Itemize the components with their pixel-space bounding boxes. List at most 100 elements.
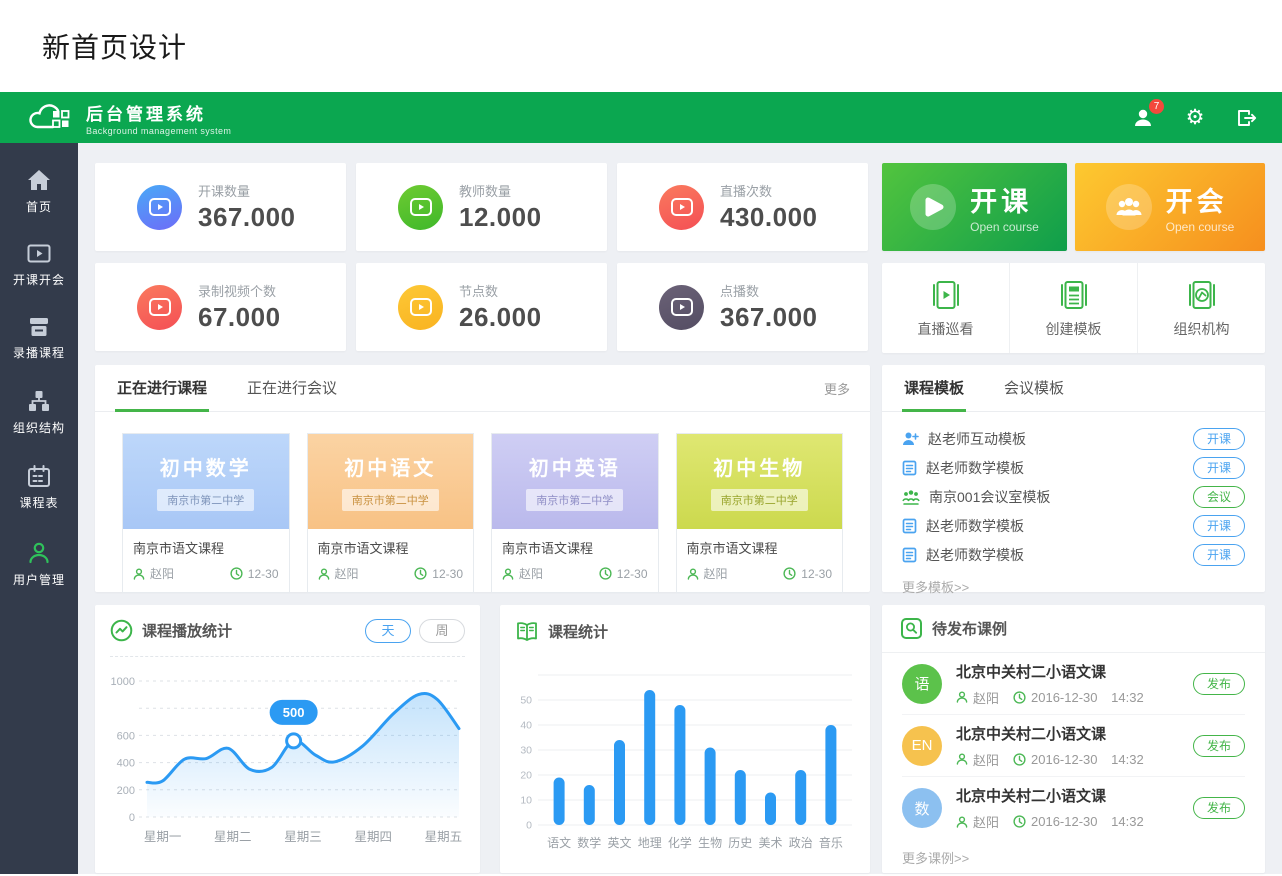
- line-chart: 02004006001000星期一星期二星期三星期四星期五500: [95, 657, 480, 865]
- toggle-day-button[interactable]: 天: [365, 619, 411, 643]
- clock-icon: [783, 567, 796, 580]
- sidebar-item-live[interactable]: 开课开会: [0, 238, 78, 294]
- svg-text:数学: 数学: [577, 835, 601, 850]
- tab-meeting-templates[interactable]: 会议模板: [1002, 377, 1066, 411]
- course-stats-panel: 课程统计 01020304050语文数学英文地理化学生物历史美术政治音乐: [500, 605, 870, 873]
- video-stat-icon: [398, 185, 443, 230]
- svg-text:400: 400: [117, 758, 135, 770]
- publish-button[interactable]: 发布: [1193, 673, 1245, 695]
- svg-text:化学: 化学: [668, 835, 692, 850]
- open-meeting-button[interactable]: 开会 Open course: [1075, 163, 1265, 251]
- search-doc-icon: [900, 617, 923, 640]
- svg-text:50: 50: [520, 695, 532, 707]
- sidebar-item-schedule[interactable]: 课程表: [0, 459, 78, 517]
- svg-text:语文: 语文: [547, 835, 571, 850]
- template-list: 赵老师互动模板 开课 赵老师数学模板 开课 南京001会议室模板 会议: [882, 412, 1265, 596]
- person-icon: [318, 568, 330, 580]
- svg-text:30: 30: [520, 745, 532, 757]
- org-structure-icon: [27, 390, 51, 412]
- svg-text:星期二: 星期二: [214, 830, 252, 844]
- template-row: 赵老师数学模板 开课: [902, 453, 1245, 482]
- sidebar-item-home[interactable]: 首页: [0, 163, 78, 221]
- more-templates-link[interactable]: 更多模板>>: [902, 569, 1245, 596]
- open-course-button[interactable]: 开课 Open course: [882, 163, 1067, 251]
- play-stats-panel: 课程播放统计 天 周 02004006001000星期一星期二星期三星期四星期五…: [95, 605, 480, 873]
- svg-text:星期三: 星期三: [284, 830, 322, 844]
- clock-icon: [414, 567, 427, 580]
- stat-card-nodes: 节点数26.000: [356, 263, 607, 351]
- publish-button[interactable]: 发布: [1193, 735, 1245, 757]
- person-icon: [687, 568, 699, 580]
- clock-icon: [1013, 753, 1026, 766]
- courses-in-progress-panel: 正在进行课程 正在进行会议 更多 初中数学 南京市第二中学 南京市语文课程: [95, 365, 870, 592]
- template-row: 赵老师数学模板 开课: [902, 511, 1245, 540]
- svg-text:美术: 美术: [758, 836, 782, 850]
- pending-item: 语 北京中关村二小语文课 赵阳 2016-12-30 14:32 发布: [902, 653, 1245, 715]
- document-icon: [902, 460, 917, 476]
- document-icon: [902, 547, 917, 563]
- course-card-math[interactable]: 初中数学 南京市第二中学 南京市语文课程 赵阳 12-30: [122, 433, 290, 593]
- start-course-button[interactable]: 开课: [1193, 457, 1245, 479]
- trend-circle-icon: [110, 619, 133, 642]
- play-circle-icon: [910, 184, 956, 230]
- organization-icon: [1182, 277, 1222, 313]
- start-meeting-button[interactable]: 会议: [1193, 486, 1245, 508]
- more-lessons-link[interactable]: 更多课例>>: [882, 839, 1265, 876]
- sidebar-item-org[interactable]: 组织结构: [0, 384, 78, 442]
- clock-icon: [1013, 691, 1026, 704]
- quick-links-panel: 直播巡看 创建模板: [882, 263, 1265, 353]
- course-card-biology[interactable]: 初中生物 南京市第二中学 南京市语文课程 赵阳 12-30: [676, 433, 844, 593]
- design-title-band: 新首页设计: [0, 0, 1282, 92]
- tab-ongoing-courses[interactable]: 正在进行课程: [115, 377, 209, 411]
- svg-text:生物: 生物: [698, 836, 722, 850]
- svg-text:10: 10: [520, 795, 532, 807]
- live-class-icon: [27, 244, 51, 264]
- course-card-english[interactable]: 初中英语 南京市第二中学 南京市语文课程 赵阳 12-30: [491, 433, 659, 593]
- group-icon: [1106, 184, 1152, 230]
- start-course-button[interactable]: 开课: [1193, 428, 1245, 450]
- svg-text:1000: 1000: [111, 676, 135, 688]
- tab-ongoing-meetings[interactable]: 正在进行会议: [245, 377, 339, 411]
- svg-text:星期一: 星期一: [144, 830, 182, 844]
- course-card-chinese[interactable]: 初中语文 南京市第二中学 南京市语文课程 赵阳 12-30: [307, 433, 475, 593]
- settings-button[interactable]: ⚙: [1182, 105, 1208, 131]
- logout-icon: [1236, 108, 1258, 128]
- sidebar-item-recordings[interactable]: 录播课程: [0, 311, 78, 367]
- header-actions: 7 ⚙: [1130, 105, 1260, 131]
- quick-link-organization[interactable]: 组织机构: [1137, 263, 1265, 353]
- calendar-icon: [27, 465, 51, 487]
- home-icon: [27, 169, 51, 191]
- person-icon: [956, 691, 968, 703]
- stat-card-teachers: 教师数量12.000: [356, 163, 607, 251]
- tab-course-templates[interactable]: 课程模板: [902, 377, 966, 411]
- toggle-week-button[interactable]: 周: [419, 619, 465, 643]
- clock-icon: [1013, 815, 1026, 828]
- more-courses-link[interactable]: 更多: [824, 379, 850, 411]
- sidebar-item-users[interactable]: 用户管理: [0, 534, 78, 594]
- svg-text:英文: 英文: [607, 835, 631, 850]
- user-management-icon: [27, 540, 51, 564]
- subject-badge: 语: [902, 664, 942, 704]
- person-icon: [133, 568, 145, 580]
- document-icon: [902, 518, 917, 534]
- publish-button[interactable]: 发布: [1193, 797, 1245, 819]
- logout-button[interactable]: [1234, 105, 1260, 131]
- start-course-button[interactable]: 开课: [1193, 544, 1245, 566]
- clock-icon: [230, 567, 243, 580]
- person-icon: [956, 753, 968, 765]
- app-header: 后台管理系统 Background management system 7 ⚙: [0, 92, 1282, 143]
- school-badge: 南京市第二中学: [526, 489, 623, 511]
- pending-item: EN 北京中关村二小语文课 赵阳 2016-12-30 14:32 发布: [902, 715, 1245, 777]
- course-cards-row: 初中数学 南京市第二中学 南京市语文课程 赵阳 12-30: [95, 412, 870, 614]
- start-course-button[interactable]: 开课: [1193, 515, 1245, 537]
- svg-text:政治: 政治: [789, 836, 813, 850]
- pending-lessons-panel: 待发布课例 语 北京中关村二小语文课 赵阳 2016-12-30 14:32: [882, 605, 1265, 873]
- quick-link-create-template[interactable]: 创建模板: [1009, 263, 1137, 353]
- svg-text:星期四: 星期四: [354, 830, 392, 844]
- svg-text:600: 600: [117, 730, 135, 742]
- svg-text:音乐: 音乐: [819, 835, 843, 850]
- template-row: 赵老师数学模板 开课: [902, 540, 1245, 569]
- user-notifications-button[interactable]: 7: [1130, 105, 1156, 131]
- quick-link-live-patrol[interactable]: 直播巡看: [882, 263, 1009, 353]
- svg-text:20: 20: [520, 770, 532, 782]
